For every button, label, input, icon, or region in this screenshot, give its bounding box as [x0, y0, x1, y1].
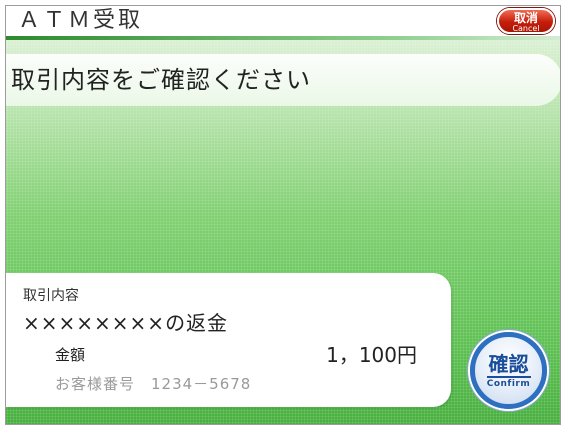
detail-heading: 取引内容 [23, 288, 79, 304]
main-content: 取引内容をご確認ください 取引内容 ××××××××の返金 金額 1，100円 … [6, 40, 560, 424]
amount-value: 1，100円 [326, 343, 417, 367]
transaction-type: ××××××××の返金 [23, 311, 229, 335]
confirm-button[interactable]: 確認 Confirm [470, 332, 547, 409]
screen-title: ＡＴＭ受取 [18, 8, 144, 33]
instruction-text: 取引内容をご確認ください [11, 66, 311, 94]
amount-label: 金額 [55, 346, 86, 364]
header-bar: ＡＴＭ受取 取消 Cancel [6, 6, 560, 40]
transaction-detail-panel: 取引内容 ××××××××の返金 金額 1，100円 お客様番号 1234－56… [6, 273, 451, 407]
customer-number: お客様番号 1234－5678 [55, 375, 252, 393]
instruction-banner: 取引内容をご確認ください [6, 54, 560, 106]
confirm-button-label: 確認 [488, 352, 529, 376]
cancel-button-label: 取消 [513, 11, 538, 25]
cancel-button[interactable]: 取消 Cancel [497, 8, 555, 34]
atm-screen: ＡＴＭ受取 取消 Cancel 取引内容をご確認ください 取引内容 ××××××… [5, 5, 561, 425]
confirm-button-sublabel: Confirm [486, 379, 531, 389]
cancel-button-sublabel: Cancel [512, 24, 540, 33]
